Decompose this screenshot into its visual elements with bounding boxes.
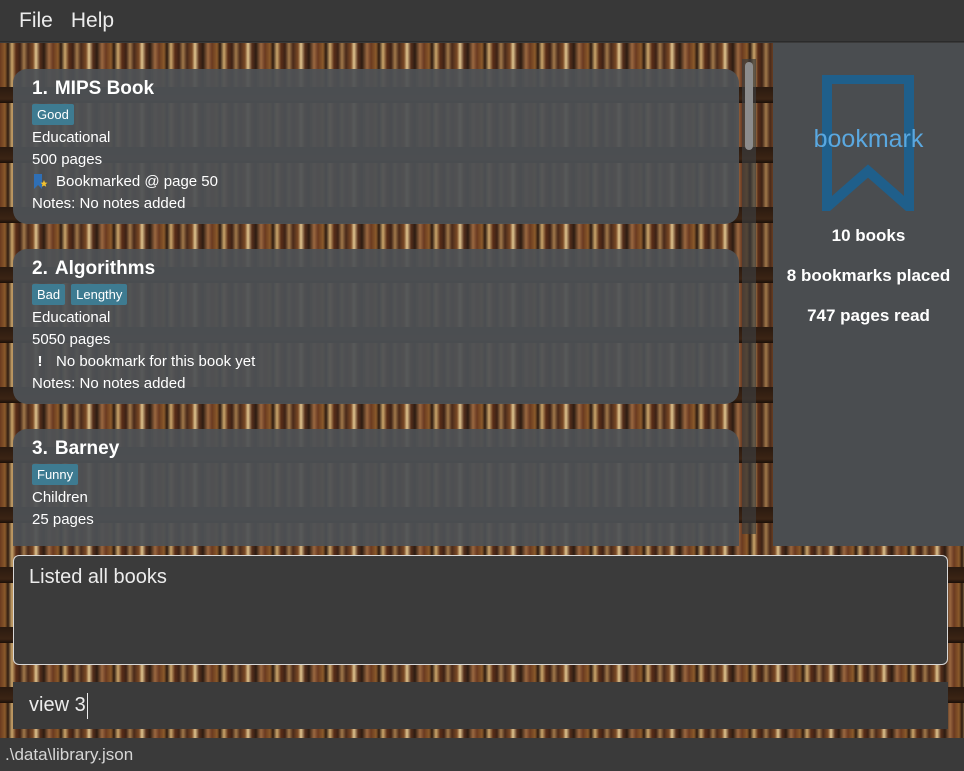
book-genre: Children (32, 489, 88, 506)
logo-text: bookmark (813, 125, 924, 153)
tag-list: Funny (32, 464, 720, 485)
bookmark-status: ! No bookmark for this book yet (32, 351, 720, 373)
book-name: MIPS Book (54, 78, 155, 99)
bookmark-status: Bookmarked @ page 50 (32, 171, 720, 193)
book-notes: Notes: No notes added (32, 195, 186, 212)
stats-panel: bookmark 10 books 8 bookmarks placed 747… (773, 43, 964, 546)
book-card-1[interactable]: 1. MIPS Book Good Educational 500 pages B… (13, 69, 739, 224)
book-pages: 500 pages (32, 151, 103, 168)
book-card-2[interactable]: 2. Algorithms Bad Lengthy Educational 505… (13, 249, 739, 404)
book-title: 3. Barney (32, 438, 720, 460)
book-genre: Educational (32, 309, 111, 326)
scroll-thumb[interactable] (745, 62, 753, 150)
book-pages: 25 pages (32, 511, 94, 528)
status-file-path: .\data\library.json (5, 744, 134, 764)
book-notes: Notes: No notes added (32, 375, 186, 392)
book-title: 2. Algorithms (32, 258, 720, 280)
tag-badge: Good (32, 104, 74, 125)
menu-bar: File Help (0, 0, 964, 42)
result-display: Listed all books (13, 555, 948, 665)
tag-badge: Lengthy (71, 284, 128, 305)
result-message: Listed all books (29, 566, 167, 588)
tag-list: Bad Lengthy (32, 284, 720, 305)
book-name: Barney (54, 438, 120, 459)
menu-file[interactable]: File (10, 9, 62, 33)
exclamation-icon: ! (37, 353, 43, 370)
text-caret (86, 692, 88, 719)
books-count: 10 books (831, 226, 906, 245)
book-list-scrollbar[interactable] (742, 59, 756, 534)
book-pages: 5050 pages (32, 331, 111, 348)
book-index: 2. (32, 258, 48, 279)
pages-read: 747 pages read (807, 306, 930, 325)
bookmark-text: No bookmark for this book yet (56, 353, 256, 370)
status-bar: .\data\library.json (0, 738, 964, 771)
command-input[interactable]: view 3 (13, 682, 948, 729)
book-list-panel[interactable]: 1. MIPS Book Good Educational 500 pages B… (0, 43, 772, 546)
tag-list: Good (32, 104, 720, 125)
book-name: Algorithms (54, 258, 156, 279)
book-title: 1. MIPS Book (32, 78, 720, 100)
bookmarks-placed: 8 bookmarks placed (786, 266, 951, 285)
tag-badge: Funny (32, 464, 79, 485)
bookmark-star-icon (32, 173, 48, 191)
book-card-3[interactable]: 3. Barney Funny Children 25 pages (13, 429, 739, 546)
book-index: 1. (32, 78, 48, 99)
bookmark-text: Bookmarked @ page 50 (56, 173, 218, 190)
book-genre: Educational (32, 129, 111, 146)
menu-help[interactable]: Help (62, 9, 123, 33)
tag-badge: Bad (32, 284, 66, 305)
command-text[interactable]: view 3 (29, 694, 86, 717)
book-index: 3. (32, 438, 48, 459)
